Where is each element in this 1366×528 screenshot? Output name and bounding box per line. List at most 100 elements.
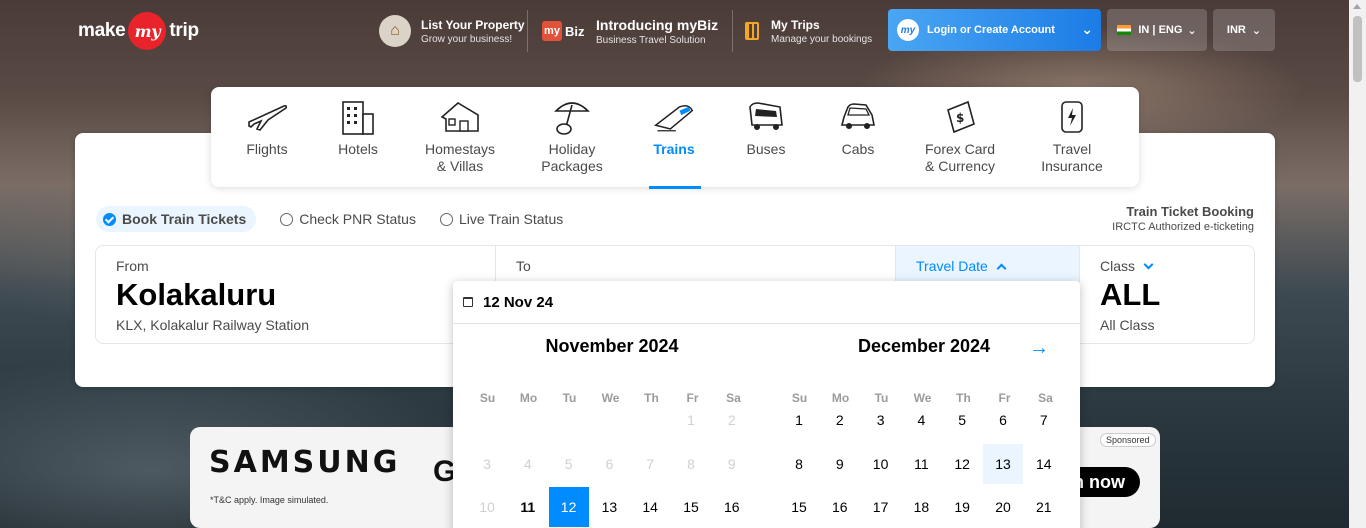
nav-label: Forex Card	[924, 141, 996, 157]
radio-book-train-tickets[interactable]: Book Train Tickets	[96, 206, 257, 232]
class-label: Class	[1100, 258, 1136, 274]
umbrella-icon	[550, 95, 594, 139]
top-header: make my trip ⌂ List Your Property Grow y…	[0, 0, 1350, 60]
weekday-label: Mo	[519, 391, 538, 405]
calendar-day[interactable]: 1	[779, 400, 819, 440]
radio-circle-icon	[280, 212, 294, 226]
calendar-day[interactable]: 21	[1024, 487, 1064, 527]
calendar-day[interactable]: 13	[983, 443, 1023, 484]
nav-item-cabs[interactable]: Cabs	[808, 95, 908, 158]
date-input[interactable]: 12 Nov 24	[453, 281, 1080, 324]
bus-icon	[744, 95, 788, 139]
calendar-day[interactable]: 6	[983, 400, 1023, 440]
calendar-day[interactable]: 3	[861, 400, 901, 440]
calendar-month-december: December 2024 Su Mo Tu We Th Fr Sa 1 2 3 4 5 6 7 8 9 10…	[779, 336, 1069, 515]
calendar-day[interactable]: 20	[983, 487, 1023, 527]
radio-check-pnr-status[interactable]: Check PNR Status	[280, 206, 416, 232]
nav-item-holiday-packages[interactable]: Holiday Packages	[522, 95, 622, 175]
airplane-icon	[245, 95, 289, 139]
from-field[interactable]: From Kolakaluru KLX, Kolakalur Railway S…	[96, 246, 496, 343]
calendar-day[interactable]: 11	[508, 487, 548, 527]
nav-item-forex[interactable]: $ Forex Card & Currency	[910, 95, 1010, 175]
calendar-day: 1	[687, 412, 695, 428]
calendar-day[interactable]: 9	[820, 444, 860, 484]
radio-label: Book Train Tickets	[122, 211, 247, 227]
makemytrip-logo[interactable]: make my trip	[78, 12, 199, 50]
search-type-options: Book Train Tickets Check PNR Status Live…	[96, 206, 587, 232]
login-button[interactable]: my Login or Create Account ⌄	[888, 9, 1101, 51]
class-field[interactable]: Class ALL All Class	[1080, 246, 1254, 343]
calendar-day: 8	[687, 455, 695, 472]
calendar-day[interactable]: 10	[861, 444, 901, 484]
chevron-down-icon: ⌄	[1187, 24, 1197, 37]
nav-item-trains[interactable]: Trains	[624, 95, 724, 189]
calendar-day[interactable]: 2	[820, 400, 860, 440]
travel-date-label: Travel Date	[916, 258, 988, 274]
my-trips-title: My Trips	[771, 17, 820, 32]
calendar-day[interactable]: 15	[671, 487, 711, 527]
currency-label: INR	[1226, 24, 1246, 36]
mybiz-link[interactable]: my Biz Introducing myBiz Business Travel …	[542, 10, 718, 52]
class-label-wrap: Class	[1100, 258, 1154, 274]
calendar-day[interactable]: 18	[901, 487, 941, 527]
nav-label: Trains	[653, 141, 695, 157]
product-nav: Flights Hotels Homestays & Villas Holida…	[211, 87, 1139, 189]
my-trips-link[interactable]: My Trips Manage your bookings	[745, 10, 872, 52]
ad-brand: SAMSUNG	[209, 445, 401, 480]
calendar-day[interactable]: 8	[779, 444, 819, 484]
calendar-day[interactable]: 13	[589, 487, 629, 527]
calendar-day[interactable]: 12	[942, 444, 982, 484]
nav-item-homestays[interactable]: Homestays & Villas	[410, 95, 510, 175]
nav-label: Flights	[246, 141, 288, 157]
mybiz-icon: my Biz	[542, 17, 588, 45]
nav-item-flights[interactable]: Flights	[217, 95, 317, 158]
calendar-day[interactable]: 11	[901, 444, 941, 484]
nav-label-2: Packages	[541, 158, 603, 174]
calendar-day: 9	[727, 455, 736, 472]
nav-label: Cabs	[841, 141, 875, 157]
nav-label-2: & Villas	[436, 158, 484, 174]
locale-selector[interactable]: IN | ENG ⌄	[1107, 9, 1207, 51]
scroll-up-arrow-icon[interactable]	[1353, 4, 1361, 9]
nav-label: Homestays	[424, 141, 496, 157]
next-month-arrow-icon[interactable]: →	[1029, 337, 1049, 360]
date-picker-popup: 12 Nov 24 November 2024 Su Mo Tu We Th Fr Sa 1…	[453, 281, 1080, 528]
currency-selector[interactable]: INR ⌄	[1213, 9, 1275, 51]
calendar-day: 10	[479, 499, 495, 515]
nav-item-buses[interactable]: Buses	[716, 95, 816, 158]
house-icon	[438, 95, 482, 139]
scrollbar-thumb[interactable]	[1353, 16, 1362, 82]
calendar-day[interactable]: 16	[820, 487, 860, 527]
weekday-label: We	[601, 391, 620, 405]
calendar-day[interactable]: 4	[901, 400, 941, 440]
calendar-day[interactable]: 19	[942, 487, 982, 527]
nav-item-insurance[interactable]: Travel Insurance	[1022, 95, 1122, 175]
booking-note-title: Train Ticket Booking	[1126, 204, 1254, 219]
login-label: Login or Create Account	[927, 24, 1055, 36]
nav-label-2: Insurance	[1041, 158, 1103, 174]
booking-note-subtitle: IRCTC Authorized e-ticketing	[1112, 221, 1254, 233]
calendar-day[interactable]: 5	[942, 400, 982, 440]
svg-text:$: $	[956, 111, 964, 125]
calendar-day[interactable]: 7	[1024, 400, 1064, 440]
radio-live-train-status[interactable]: Live Train Status	[439, 206, 563, 232]
nav-label-2: & Currency	[924, 158, 996, 174]
calendar-day-selected[interactable]: 12	[548, 487, 589, 527]
calendar-day[interactable]: 14	[630, 487, 670, 527]
date-input-value: 12 Nov 24	[483, 293, 554, 311]
chevron-down-icon	[1143, 259, 1154, 270]
user-avatar-icon: my	[897, 19, 919, 41]
chevron-up-icon	[996, 263, 1007, 274]
nav-item-hotels[interactable]: Hotels	[308, 95, 408, 158]
list-property-subtitle: Grow your business!	[421, 33, 513, 45]
logo-text-trip: trip	[169, 20, 199, 41]
from-label: From	[116, 258, 149, 274]
my-trips-subtitle: Manage your bookings	[771, 33, 873, 45]
calendar-day[interactable]: 17	[861, 487, 901, 527]
calendar-day[interactable]: 14	[1024, 444, 1064, 484]
calendar-day[interactable]: 15	[779, 487, 819, 527]
calendar-day[interactable]: 16	[712, 487, 752, 527]
page-scrollbar[interactable]	[1349, 0, 1366, 528]
nav-label: Holiday	[548, 141, 596, 157]
list-property-link[interactable]: ⌂ List Your Property Grow your business!	[379, 10, 525, 52]
